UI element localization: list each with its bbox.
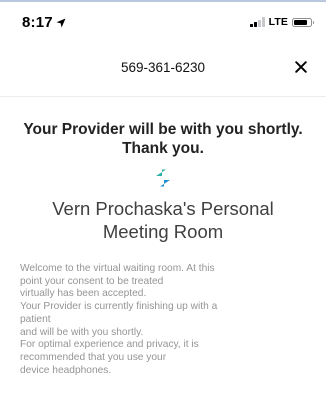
status-message-line: Your Provider will be with you shortly.: [23, 121, 303, 138]
waiting-room-screen: 8:17 LTE 569-361-6230 Your Provider will…: [0, 0, 326, 403]
location-arrow-icon: [56, 15, 66, 32]
room-title-line: Meeting Room: [102, 221, 224, 242]
welcome-line: point your consent to be treated: [20, 275, 164, 287]
close-icon: [295, 61, 307, 73]
status-message: Your Provider will be with you shortly. …: [16, 120, 310, 158]
status-bar: 8:17 LTE: [0, 0, 326, 40]
medical-cross-logo: [156, 169, 170, 187]
close-button[interactable]: [288, 54, 314, 80]
status-indicators: LTE: [250, 16, 314, 28]
welcome-line: patient: [20, 313, 51, 325]
status-message-line: Thank you.: [122, 140, 204, 157]
header-phone-number: 569-361-6230: [120, 60, 206, 75]
welcome-line: device headphones.: [20, 364, 112, 376]
battery-icon: [292, 17, 314, 27]
logo-container: [0, 168, 326, 188]
signal-strength-icon: [250, 17, 265, 27]
nav-header: 569-361-6230: [0, 40, 326, 96]
room-title-line: Vern Prochaska's Personal: [52, 198, 274, 219]
welcome-line: Your Provider is currently finishing up …: [20, 301, 218, 313]
welcome-line: recommended that you use your: [20, 351, 167, 363]
network-type-label: LTE: [268, 16, 288, 28]
waiting-room-content: Your Provider will be with you shortly. …: [0, 97, 326, 377]
status-clock: 8:17: [22, 14, 66, 32]
welcome-line: Welcome to the virtual waiting room. At …: [20, 263, 215, 274]
meeting-room-title: Vern Prochaska's Personal Meeting Room: [24, 197, 302, 243]
welcome-message: Welcome to the virtual waiting room. At …: [20, 263, 312, 377]
welcome-line: and will be with you shortly.: [20, 326, 144, 338]
welcome-line: For optimal experience and privacy, it i…: [20, 339, 199, 351]
welcome-line: virtually has been accepted.: [20, 288, 147, 300]
status-time: 8:17: [22, 14, 53, 31]
